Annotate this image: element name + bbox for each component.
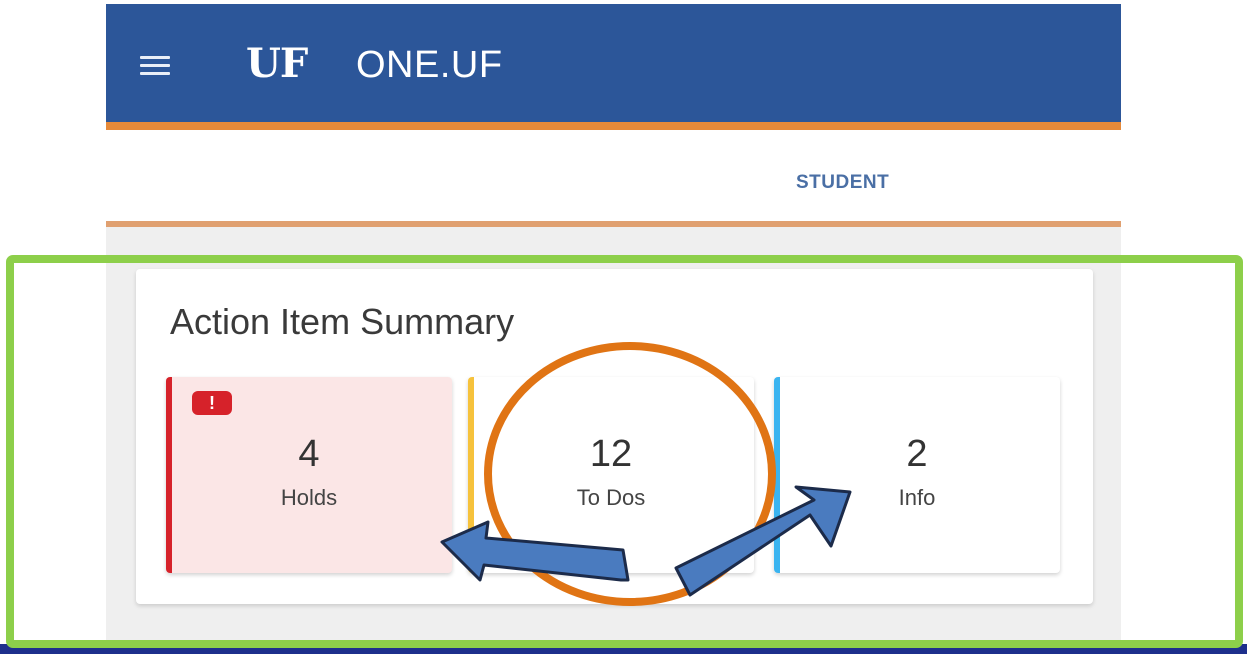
- info-count: 2: [906, 433, 928, 475]
- bottom-border: [0, 644, 1247, 654]
- header-accent-bar: [106, 122, 1121, 130]
- app-header: UF ONE.UF: [106, 4, 1121, 122]
- holds-tile[interactable]: ! 4 Holds: [166, 377, 452, 573]
- alert-icon: !: [192, 391, 232, 415]
- app-title: ONE.UF: [356, 44, 503, 86]
- tab-student[interactable]: STUDENT: [796, 172, 889, 194]
- app-window: UF ONE.UF STUDENT Action Item Summary ! …: [106, 4, 1121, 640]
- todos-tile[interactable]: 12 To Dos: [468, 377, 754, 573]
- holds-label: Holds: [280, 485, 338, 510]
- uf-logo[interactable]: UF: [246, 40, 308, 87]
- summary-title: Action Item Summary: [170, 301, 515, 342]
- tabs-bar: STUDENT: [106, 130, 1121, 221]
- holds-count: 4: [298, 433, 320, 475]
- info-tile[interactable]: 2 Info: [774, 377, 1060, 573]
- info-label: Info: [898, 485, 936, 510]
- todos-label: To Dos: [576, 485, 646, 510]
- content-area: Action Item Summary ! 4 Holds 12 To Dos …: [106, 227, 1121, 640]
- hamburger-menu-icon[interactable]: [140, 56, 170, 80]
- action-item-summary-card: Action Item Summary ! 4 Holds 12 To Dos …: [136, 269, 1093, 604]
- todos-count: 12: [589, 433, 633, 475]
